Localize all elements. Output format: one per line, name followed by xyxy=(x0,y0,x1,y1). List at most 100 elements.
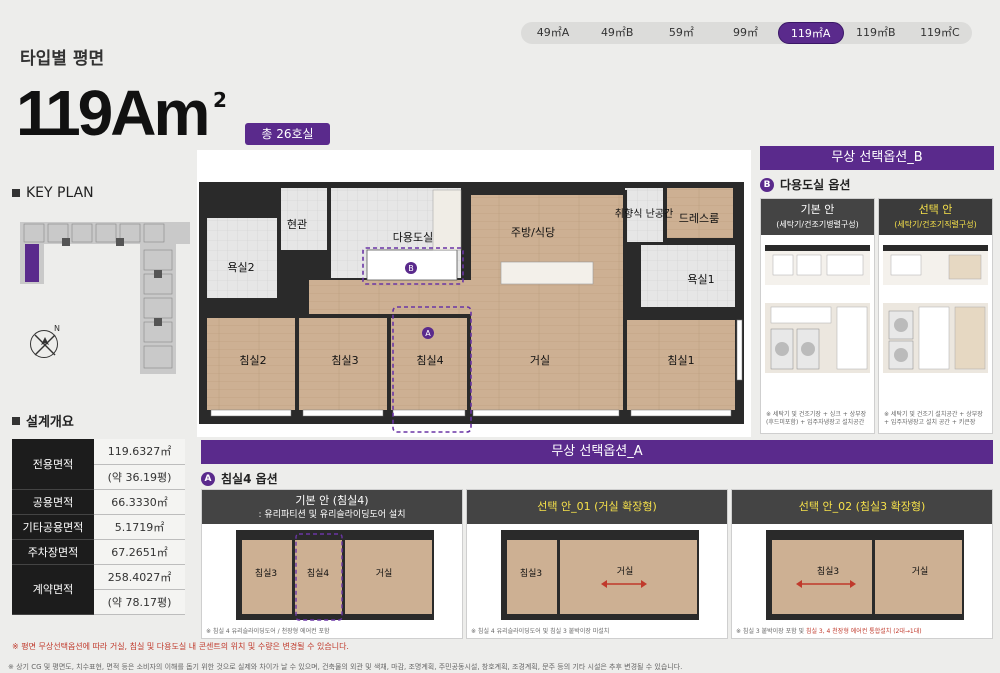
option-a-select2-note: ※ 침실 3 붙박이장 포함 및 침실 3, 4 천장형 에어컨 통합설치 (2… xyxy=(736,626,922,635)
room-bed2: 침실2 xyxy=(239,354,266,367)
tab-119c[interactable]: 119㎡C xyxy=(908,22,972,44)
option-b-basic-note: ※ 세탁기 및 건조기장 + 싱크 + 상부장(후드미포함) + 입주자냉장고 … xyxy=(766,411,867,426)
square-bullet-icon xyxy=(12,416,20,425)
option-b-title: 다용도실 옵션 xyxy=(780,178,851,192)
type-tab-bar: 49㎡A 49㎡B 59㎡ 99㎡ 119㎡A 119㎡B 119㎡C xyxy=(521,22,972,44)
spec-value-cell: 66.3330㎡ xyxy=(94,489,185,515)
option-a-select2-title-bar: 선택 안_02 (침실3 확장형) xyxy=(732,490,992,524)
option-a-basic-plan: 침실3 침실4 거실 xyxy=(236,530,434,621)
room-dressroom: 드레스룸 xyxy=(679,212,719,225)
table-row: 공용면적 66.3330㎡ xyxy=(12,489,185,515)
plan-label: 거실 xyxy=(912,566,929,577)
room-fragrance: 취향식 난공간 xyxy=(615,208,673,220)
option-b-basic-sub: (세탁기/건조기병렬구성) xyxy=(776,220,859,229)
option-b-select-image xyxy=(883,245,988,373)
option-a-basic-title-bar: 기본 안 (침실4) : 유리파티션 및 유리슬라이딩도어 설치 xyxy=(202,490,462,524)
option-b-subheading: B 다용도실 옵션 xyxy=(760,176,850,193)
marker-b-label: B xyxy=(408,264,414,273)
table-row: 계약면적 258.4027㎡ xyxy=(12,564,185,615)
spec-value-cell: 258.4027㎡ xyxy=(94,564,185,590)
option-b-basic-title-bar: 기본 안 (세탁기/건조기병렬구성) xyxy=(761,199,874,235)
table-row: 전용면적 119.6327㎡ xyxy=(12,439,185,490)
spec-value-cell: (약 36.19평) xyxy=(94,464,185,490)
page-title: 타입별 평면 xyxy=(20,49,105,69)
tab-59[interactable]: 59㎡ xyxy=(649,22,713,44)
spec-label-cell: 계약면적 xyxy=(12,564,94,615)
spec-heading: 설계개요 xyxy=(12,411,74,430)
plan-label: 침실3 xyxy=(817,566,839,577)
option-a-select1-panel[interactable]: 선택 안_01 (거실 확장형) 침실3 거실 ※ 침실 4 유리슬라이딩도어 … xyxy=(466,489,728,639)
room-entrance: 현관 xyxy=(287,218,307,231)
footnote-grey: ※ 상기 CG 및 평면도, 치수표현, 면적 등은 소비자의 이해를 돕기 위… xyxy=(8,663,683,671)
option-b-header: 무상 선택옵션_B xyxy=(760,146,994,170)
spec-label-cell: 공용면적 xyxy=(12,489,94,515)
room-bed4: 침실4 xyxy=(416,354,443,367)
spec-value-cell: 67.2651㎡ xyxy=(94,539,185,565)
plan-label: 침실3 xyxy=(520,568,542,579)
type-name: 119Am xyxy=(16,77,210,149)
type-superscript: 2 xyxy=(213,88,227,112)
tab-119b[interactable]: 119㎡B xyxy=(844,22,908,44)
table-row: 기타공용면적 5.1719㎡ xyxy=(12,514,185,540)
option-b-basic-image xyxy=(765,245,870,373)
room-bed3: 침실3 xyxy=(331,354,358,367)
square-bullet-icon xyxy=(12,189,20,197)
option-a-basic-title: 기본 안 (침실4) xyxy=(295,494,369,507)
plan-label: 거실 xyxy=(376,568,393,579)
option-a-select1-plan: 침실3 거실 xyxy=(501,530,699,620)
plan-label: 침실4 xyxy=(307,568,330,579)
option-a-basic-note: ※ 침실 4 유리슬라이딩도어 / 천장형 에어컨 포함 xyxy=(206,628,330,635)
option-a-select2-note-text: ※ 침실 3 붙박이장 포함 및 xyxy=(736,628,806,635)
option-b-select-sub: (세탁기/건조기직렬구성) xyxy=(894,220,977,229)
room-bed1: 침실1 xyxy=(667,354,694,367)
marker-b-icon: B xyxy=(760,177,774,192)
option-b-basic-title: 기본 안 xyxy=(800,203,835,216)
option-a-basic-sub: : 유리파티션 및 유리슬라이딩도어 설치 xyxy=(258,510,406,520)
tab-49b[interactable]: 49㎡B xyxy=(585,22,649,44)
room-bath2: 욕실2 xyxy=(227,261,254,274)
option-a-select2-panel[interactable]: 선택 안_02 (침실3 확장형) 침실3 거실 ※ 침실 3 붙박이장 포함 … xyxy=(731,489,993,639)
room-bath1: 욕실1 xyxy=(687,273,714,286)
compass-icon xyxy=(30,330,58,358)
option-a-header: 무상 선택옵션_A xyxy=(201,440,993,464)
option-b-select-note: ※ 세탁기 및 건조기 설치공간 + 상부장 + 입주자냉장고 설치 공간 + … xyxy=(884,411,983,426)
plan-label: 침실3 xyxy=(255,568,277,579)
option-a-select2-title: 선택 안_02 (침실3 확장형) xyxy=(798,500,926,513)
option-b-select-title-bar: 선택 안 (세탁기/건조기직렬구성) xyxy=(879,199,992,235)
footnote-red: ※ 평면 무상선택옵션에 따라 거실, 침실 및 다용도실 내 콘센트의 위치 … xyxy=(12,642,349,651)
option-b-select-title: 선택 안 xyxy=(918,203,953,216)
room-living: 거실 xyxy=(530,354,550,367)
option-a-select2-note-red: 침실 3, 4 천장형 에어컨 통합설치 (2대→1대) xyxy=(805,628,922,635)
option-a-select1-title-bar: 선택 안_01 (거실 확장형) xyxy=(467,490,727,524)
tab-99[interactable]: 99㎡ xyxy=(713,22,777,44)
compass-north-label: N xyxy=(54,324,60,333)
option-a-select2-plan: 침실3 거실 xyxy=(766,530,964,620)
floor-plan: A B 현관 다용도실 주방/식당 취향식 난공간 드레스룸 욕실2 욕실1 침… xyxy=(197,150,751,437)
spec-value-cell: 119.6327㎡ xyxy=(94,439,185,465)
spec-label-cell: 기타공용면적 xyxy=(12,514,94,540)
marker-a-icon: A xyxy=(201,471,215,486)
spec-label-cell: 전용면적 xyxy=(12,439,94,490)
option-b-select-panel[interactable]: 선택 안 (세탁기/건조기직렬구성) ※ 세탁기 및 건조기 설치공간 + 상부… xyxy=(878,198,993,434)
tab-49a[interactable]: 49㎡A xyxy=(521,22,585,44)
option-b-basic-panel[interactable]: 기본 안 (세탁기/건조기병렬구성) ※ 세탁기 및 건조기장 + 싱크 + 상… xyxy=(760,198,875,434)
spec-value-cell: 5.1719㎡ xyxy=(94,514,185,540)
key-plan-label: KEY PLAN xyxy=(26,185,94,201)
option-a-select1-note: ※ 침실 4 유리슬라이딩도어 및 침실 3 붙박이장 미설치 xyxy=(471,628,610,635)
plan-label: 거실 xyxy=(617,566,634,577)
option-a-title: 침실4 옵션 xyxy=(221,472,278,486)
option-a-basic-panel[interactable]: 기본 안 (침실4) : 유리파티션 및 유리슬라이딩도어 설치 침실3 침실4… xyxy=(201,489,463,639)
option-a-subheading: A 침실4 옵션 xyxy=(201,470,278,487)
marker-a-label: A xyxy=(425,329,431,338)
spec-label-cell: 주차장면적 xyxy=(12,539,94,565)
table-row: 주차장면적 67.2651㎡ xyxy=(12,539,185,565)
key-plan-heading: KEY PLAN xyxy=(12,185,94,201)
spec-value-cell: (약 78.17평) xyxy=(94,589,185,615)
units-badge: 총 26호실 xyxy=(245,123,330,145)
tab-119a[interactable]: 119㎡A xyxy=(777,22,844,44)
room-kitchen: 주방/식당 xyxy=(511,226,555,239)
spec-label: 설계개요 xyxy=(26,415,74,430)
option-a-select1-title: 선택 안_01 (거실 확장형) xyxy=(537,500,657,513)
room-utility: 다용도실 xyxy=(393,231,433,244)
key-plan-unit-highlight xyxy=(25,244,39,282)
